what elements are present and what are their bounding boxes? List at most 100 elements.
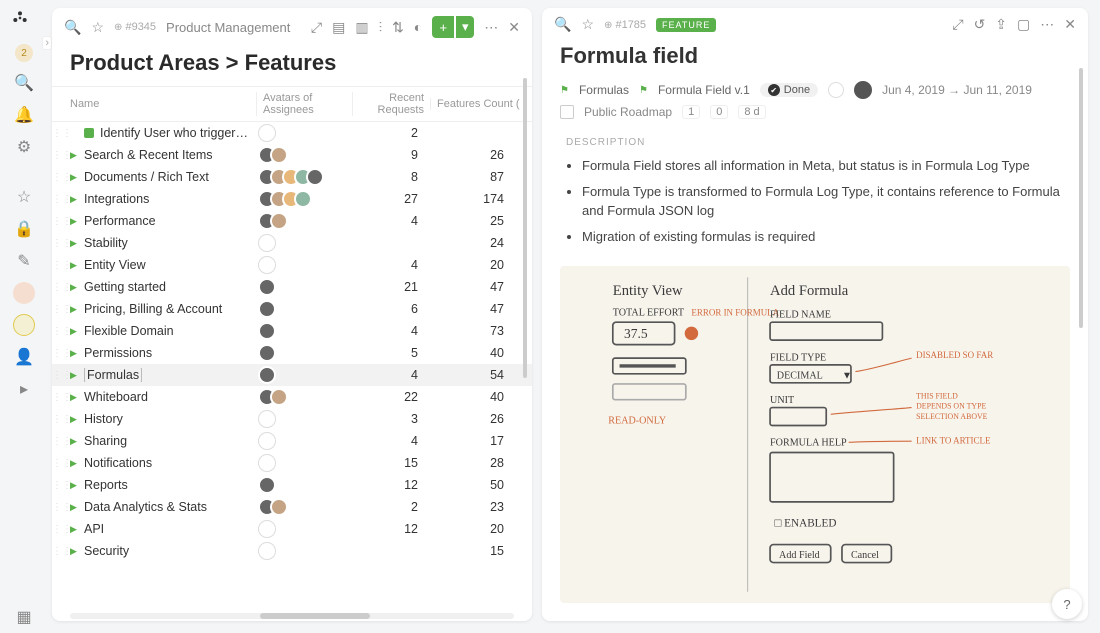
priority-circle[interactable] bbox=[828, 82, 844, 98]
row-avatars[interactable] bbox=[254, 344, 350, 362]
expand-arrow-icon[interactable]: ▶ bbox=[70, 260, 84, 271]
pencil-icon[interactable]: ✎ bbox=[13, 250, 35, 272]
status-chip[interactable]: Done bbox=[760, 83, 818, 97]
app-logo-icon[interactable] bbox=[12, 10, 36, 34]
more-icon[interactable]: ⋯ bbox=[484, 19, 498, 36]
table-row[interactable]: ⋮⋮▶Data Analytics & Stats223 bbox=[52, 496, 532, 518]
table-row[interactable]: ⋮⋮▶Whiteboard2240 bbox=[52, 386, 532, 408]
row-avatars[interactable] bbox=[254, 168, 350, 186]
row-avatars[interactable] bbox=[254, 146, 350, 164]
filter-icon[interactable]: ⫶ bbox=[379, 19, 383, 36]
list-breadcrumb-name[interactable]: Product Management bbox=[166, 20, 290, 35]
rail-notification-badge[interactable]: 2 bbox=[15, 44, 33, 62]
expand-arrow-icon[interactable]: ▶ bbox=[70, 502, 84, 513]
row-avatars[interactable] bbox=[254, 300, 350, 318]
list-view-icon[interactable]: ▤ bbox=[332, 19, 345, 36]
chip-0[interactable]: 0 bbox=[710, 105, 728, 119]
table-row[interactable]: ⋮⋮▶Pricing, Billing & Account647 bbox=[52, 298, 532, 320]
table-row[interactable]: ⋮⋮▶Integrations27174 bbox=[52, 188, 532, 210]
table-row[interactable]: ⋮⋮▶Formulas454 bbox=[52, 364, 532, 386]
row-avatars[interactable] bbox=[254, 432, 350, 450]
expand-icon[interactable]: ⤢ bbox=[952, 16, 963, 33]
table-row[interactable]: ⋮⋮▶API1220 bbox=[52, 518, 532, 540]
drag-handle-icon[interactable]: ⋮⋮ bbox=[52, 546, 70, 557]
row-avatars[interactable] bbox=[254, 322, 350, 340]
expand-arrow-icon[interactable]: ▶ bbox=[70, 326, 84, 337]
row-avatars[interactable] bbox=[254, 212, 350, 230]
col-name[interactable]: Name bbox=[70, 98, 256, 110]
expand-arrow-icon[interactable]: ▶ bbox=[70, 348, 84, 359]
search-icon[interactable]: 🔍 bbox=[64, 19, 81, 36]
drag-handle-icon[interactable]: ⋮⋮ bbox=[52, 238, 70, 249]
board-view-icon[interactable]: ▥ bbox=[355, 19, 368, 36]
chip-1[interactable]: 1 bbox=[682, 105, 700, 119]
row-avatars[interactable] bbox=[254, 278, 350, 296]
row-avatars[interactable] bbox=[254, 476, 350, 494]
grid-icon[interactable]: ▦ bbox=[13, 611, 35, 633]
roadmap-checkbox[interactable] bbox=[560, 105, 574, 119]
people-icon[interactable]: 👤 bbox=[13, 346, 35, 368]
star-icon[interactable]: ☆ bbox=[13, 186, 35, 208]
table-row[interactable]: ⋮⋮▶Getting started2147 bbox=[52, 276, 532, 298]
drag-handle-icon[interactable]: ⋮⋮ bbox=[52, 172, 70, 183]
expand-arrow-icon[interactable]: ▶ bbox=[70, 524, 84, 535]
lock-icon[interactable]: 🔒 bbox=[13, 218, 35, 240]
expand-arrow-icon[interactable]: ▶ bbox=[70, 392, 84, 403]
table-row[interactable]: ⋮⋮▶Sharing417 bbox=[52, 430, 532, 452]
drag-handle-icon[interactable]: ⋮⋮ bbox=[52, 502, 70, 513]
drag-handle-icon[interactable]: ⋮⋮ bbox=[52, 436, 70, 447]
expand-icon[interactable]: ⤢ bbox=[311, 19, 322, 36]
star-icon[interactable]: ☆ bbox=[91, 19, 104, 36]
drag-handle-icon[interactable]: ⋮⋮ bbox=[52, 348, 70, 359]
history-icon[interactable]: ↺ bbox=[974, 16, 986, 33]
table-row[interactable]: ⋮⋮▶Reports1250 bbox=[52, 474, 532, 496]
drag-handle-icon[interactable]: ⋮⋮ bbox=[52, 194, 70, 205]
drag-handle-icon[interactable]: ⋮⋮ bbox=[52, 282, 70, 293]
scrollbar[interactable] bbox=[523, 78, 527, 378]
drag-handle-icon[interactable]: ⋮⋮ bbox=[52, 260, 70, 271]
share-icon[interactable]: ⇪ bbox=[995, 16, 1007, 33]
help-button[interactable]: ? bbox=[1052, 589, 1082, 619]
close-icon[interactable]: ✕ bbox=[1064, 16, 1076, 33]
expand-arrow-icon[interactable]: ▶ bbox=[70, 414, 84, 425]
drag-handle-icon[interactable]: ⋮⋮ bbox=[52, 414, 70, 425]
expand-arrow-icon[interactable]: ▶ bbox=[70, 238, 84, 249]
row-avatars[interactable] bbox=[254, 124, 350, 142]
table-row[interactable]: ⋮⋮▶Identify User who triggered a Rule2 bbox=[52, 122, 532, 144]
table-row[interactable]: ⋮⋮▶Permissions540 bbox=[52, 342, 532, 364]
row-avatars[interactable] bbox=[254, 388, 350, 406]
rail-avatar-2[interactable] bbox=[13, 314, 35, 336]
bell-icon[interactable]: 🔔 bbox=[13, 104, 35, 126]
drag-handle-icon[interactable]: ⋮⋮ bbox=[52, 458, 70, 469]
expand-arrow-icon[interactable]: ▶ bbox=[70, 304, 84, 315]
table-row[interactable]: ⋮⋮▶Search & Recent Items926 bbox=[52, 144, 532, 166]
expand-arrow-icon[interactable]: ▶ bbox=[70, 172, 84, 183]
table-row[interactable]: ⋮⋮▶Flexible Domain473 bbox=[52, 320, 532, 342]
table-row[interactable]: ⋮⋮▶Documents / Rich Text887 bbox=[52, 166, 532, 188]
table-row[interactable]: ⋮⋮▶Performance425 bbox=[52, 210, 532, 232]
date-range[interactable]: Jun 4, 2019 → Jun 11, 2019 bbox=[882, 83, 1032, 97]
list-breadcrumb-id[interactable]: ⊕ #9345 bbox=[114, 21, 156, 33]
expand-arrow-icon[interactable]: ▶ bbox=[70, 480, 84, 491]
gear-icon[interactable]: ⚙ bbox=[13, 136, 35, 158]
rail-expand-icon[interactable]: › bbox=[42, 36, 52, 50]
breadcrumb-parent[interactable]: Formulas bbox=[579, 83, 629, 97]
drag-handle-icon[interactable]: ⋮⋮ bbox=[52, 304, 70, 315]
col-requests[interactable]: Recent Requests bbox=[352, 92, 430, 116]
table-row[interactable]: ⋮⋮▶Security15 bbox=[52, 540, 532, 562]
chevron-right-icon[interactable]: ▸ bbox=[13, 378, 35, 400]
drag-handle-icon[interactable]: ⋮⋮ bbox=[52, 326, 70, 337]
drag-handle-icon[interactable]: ⋮⋮ bbox=[52, 128, 70, 139]
breadcrumb-child[interactable]: Formula Field v.1 bbox=[658, 83, 750, 97]
row-avatars[interactable] bbox=[254, 542, 350, 560]
expand-arrow-icon[interactable]: ▶ bbox=[70, 458, 84, 469]
row-avatars[interactable] bbox=[254, 234, 350, 252]
expand-arrow-icon[interactable]: ▶ bbox=[70, 194, 84, 205]
star-icon[interactable]: ☆ bbox=[581, 16, 594, 33]
col-features[interactable]: Features Count (Fe bbox=[430, 98, 520, 110]
rail-avatar-1[interactable] bbox=[13, 282, 35, 304]
expand-arrow-icon[interactable]: ▶ bbox=[70, 282, 84, 293]
row-avatars[interactable] bbox=[254, 410, 350, 428]
panel-icon[interactable]: ▢ bbox=[1017, 16, 1030, 33]
sort-icon[interactable]: ⇅ bbox=[392, 19, 404, 36]
